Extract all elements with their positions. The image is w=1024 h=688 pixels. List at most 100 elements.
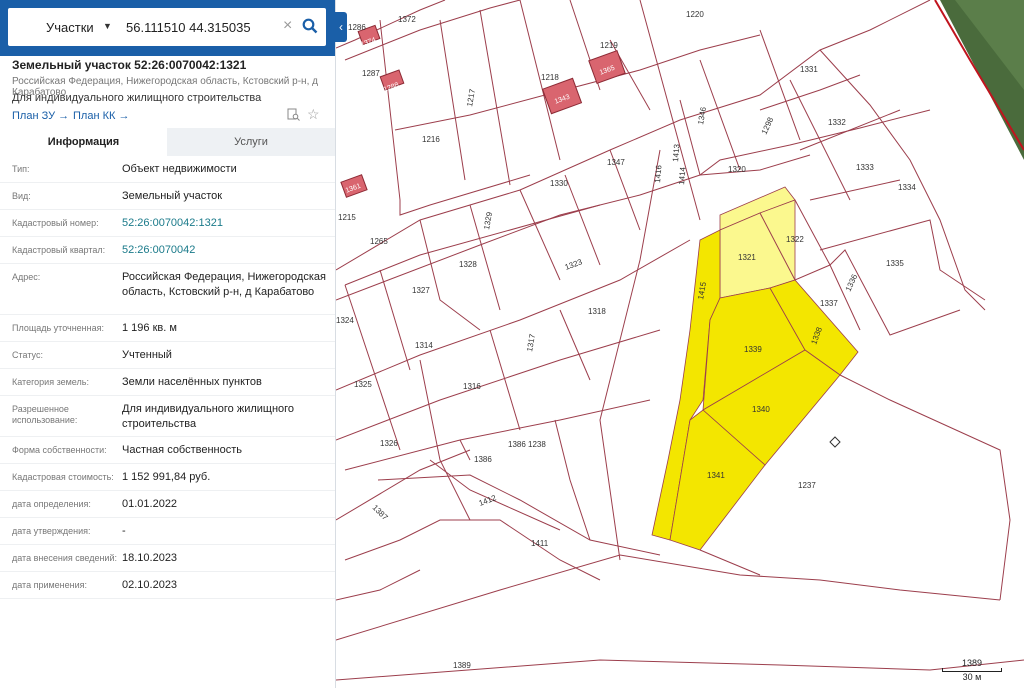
clear-icon[interactable]: × bbox=[283, 17, 292, 35]
parcel-label: 1237 bbox=[798, 481, 816, 490]
cadastral-map[interactable]: 1286137212201287121912181217121613311346… bbox=[336, 0, 1024, 688]
parcel-label: 1286 bbox=[348, 23, 366, 32]
parcel-label: 1316 bbox=[463, 382, 481, 391]
info-row-label: Статус: bbox=[12, 350, 43, 360]
info-row-link[interactable]: 52:26:0070042 bbox=[122, 243, 332, 258]
info-row: Статус: Учтенный bbox=[0, 342, 335, 369]
parcel-label: 1321 bbox=[738, 253, 756, 262]
plan-kk-link[interactable]: План КК → bbox=[73, 110, 129, 122]
parcel-label: 1413 bbox=[671, 143, 682, 162]
parcel-label: 1318 bbox=[588, 307, 606, 316]
parcel-label: 1320 bbox=[728, 165, 746, 174]
info-row-label: Вид: bbox=[12, 191, 31, 201]
parcel-label: 1341 bbox=[707, 471, 725, 480]
info-panel: Участки ▼ × Земельный участок 52:26:0070… bbox=[0, 0, 336, 688]
parcel-label: 1411 bbox=[531, 539, 549, 548]
parcel-label: 1220 bbox=[686, 10, 704, 19]
parcel-label: 1314 bbox=[415, 341, 433, 350]
info-row-label: Площадь уточненная: bbox=[12, 323, 104, 333]
info-row: дата утверждения: - bbox=[0, 518, 335, 545]
object-title: Земельный участок 52:26:0070042:1321 bbox=[12, 58, 247, 72]
parcel-label: 1324 bbox=[336, 316, 354, 325]
parcel-label: 1372 bbox=[398, 15, 416, 24]
info-row: Кадастровый номер: 52:26:0070042:1321 bbox=[0, 210, 335, 237]
info-row: Разрешенное использование: Для индивидуал… bbox=[0, 396, 335, 437]
parcel-label: 1287 bbox=[362, 69, 380, 78]
search-box: Участки ▼ × bbox=[8, 8, 326, 46]
parcel-label: 1386 bbox=[474, 455, 492, 464]
info-row: Кадастровый квартал: 52:26:0070042 bbox=[0, 237, 335, 264]
info-row-value: Земельный участок bbox=[122, 190, 223, 202]
info-row: дата применения: 02.10.2023 bbox=[0, 572, 335, 599]
parcel-label: 1216 bbox=[422, 135, 440, 144]
layer-select[interactable]: Участки bbox=[46, 20, 94, 35]
parcel-label: 1339 bbox=[744, 345, 762, 354]
tab-info[interactable]: Информация bbox=[0, 128, 167, 156]
parcel-label: 1219 bbox=[600, 41, 618, 50]
info-row-label: Форма собственности: bbox=[12, 445, 107, 455]
info-row-value: 18.10.2023 bbox=[122, 552, 178, 564]
info-row: Форма собственности: Частная собственност… bbox=[0, 437, 335, 464]
parcel-label: 1215 bbox=[338, 213, 356, 222]
info-row: Вид: Земельный участок bbox=[0, 183, 335, 210]
info-row-label: Разрешенное использование: bbox=[12, 404, 78, 425]
parcel-label: 1389 bbox=[453, 661, 471, 670]
search-bar: Участки ▼ × bbox=[0, 0, 335, 56]
info-row-label: Категория земель: bbox=[12, 377, 89, 387]
search-icon[interactable] bbox=[302, 18, 318, 34]
parcel-label: 1327 bbox=[412, 286, 430, 295]
info-row-value: Учтенный bbox=[122, 349, 172, 361]
parcel-label: 1330 bbox=[550, 179, 568, 188]
info-row-value: 02.10.2023 bbox=[122, 579, 178, 591]
parcel-label: 1337 bbox=[820, 299, 838, 308]
info-row: Категория земель: Земли населённых пункто… bbox=[0, 369, 335, 396]
scale-number: 1389 bbox=[961, 658, 983, 668]
parcel-label: 1265 bbox=[370, 237, 388, 246]
info-row-label: дата внесения сведений: bbox=[12, 553, 117, 563]
parcel-label: 1416 bbox=[653, 164, 664, 183]
info-row-label: Кадастровый квартал: bbox=[12, 245, 106, 255]
parcel-label: 1335 bbox=[886, 259, 904, 268]
info-row-label: Тип: bbox=[12, 164, 30, 174]
parcel-label: 1347 bbox=[607, 158, 625, 167]
search-input[interactable] bbox=[126, 17, 286, 37]
info-row-value: Земли населённых пунктов bbox=[122, 376, 262, 388]
map-scale: 1389 30 м bbox=[942, 658, 1002, 682]
info-row: Площадь уточненная: 1 196 кв. м bbox=[0, 315, 335, 342]
info-row: дата определения: 01.01.2022 bbox=[0, 491, 335, 518]
info-row-value: Объект недвижимости bbox=[122, 163, 237, 175]
info-row: Адрес: Российская Федерация, Нижегородска… bbox=[0, 264, 335, 315]
collapse-panel-button[interactable]: ‹ bbox=[335, 12, 347, 42]
object-use: Для индивидуального жилищного строительс… bbox=[12, 92, 262, 104]
plan-zu-link[interactable]: План ЗУ → bbox=[12, 110, 69, 122]
info-row-value: 1 152 991,84 руб. bbox=[122, 471, 211, 483]
parcel-label: 1325 bbox=[354, 380, 372, 389]
info-table: Тип: Объект недвижимости Вид: Земельный уча… bbox=[0, 156, 335, 599]
info-row: Тип: Объект недвижимости bbox=[0, 156, 335, 183]
parcel-label: 1332 bbox=[828, 118, 846, 127]
info-row-label: Кадастровый номер: bbox=[12, 218, 99, 228]
tabs: Информация Услуги bbox=[0, 128, 335, 156]
parcel-label: 1328 bbox=[459, 260, 477, 269]
star-icon[interactable]: ☆ bbox=[307, 106, 320, 123]
info-row-label: дата определения: bbox=[12, 499, 91, 509]
info-row-value: Частная собственность bbox=[122, 444, 243, 456]
info-row: Кадастровая стоимость: 1 152 991,84 руб. bbox=[0, 464, 335, 491]
info-row-value: 01.01.2022 bbox=[122, 498, 178, 510]
parcel-label: 1322 bbox=[786, 235, 804, 244]
info-row-label: дата применения: bbox=[12, 580, 88, 590]
info-row-link[interactable]: 52:26:0070042:1321 bbox=[122, 216, 332, 231]
info-row-value: Для индивидуального жилищного строительс… bbox=[122, 403, 295, 430]
parcel-label: 1333 bbox=[856, 163, 874, 172]
chevron-down-icon[interactable]: ▼ bbox=[103, 21, 112, 31]
document-search-icon[interactable] bbox=[287, 108, 300, 121]
parcel-label: 1331 bbox=[800, 65, 818, 74]
tab-services[interactable]: Услуги bbox=[167, 128, 335, 156]
info-row-label: Кадастровая стоимость: bbox=[12, 472, 114, 482]
scale-label: 30 м bbox=[962, 672, 982, 682]
parcel-label: 1218 bbox=[541, 73, 559, 82]
parcel-label: 1326 bbox=[380, 439, 398, 448]
info-row: дата внесения сведений: 18.10.2023 bbox=[0, 545, 335, 572]
info-row-label: дата утверждения: bbox=[12, 526, 91, 536]
info-row-label: Адрес: bbox=[12, 272, 41, 282]
